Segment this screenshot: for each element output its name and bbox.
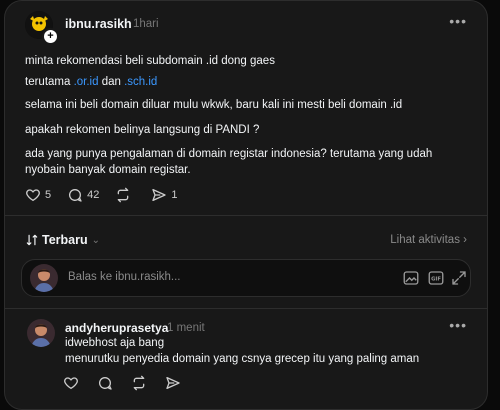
link-or-id[interactable]: .or.id <box>74 76 99 88</box>
post-paragraph: terutama .or.id dan .sch.id <box>25 76 158 88</box>
heart-icon <box>26 189 40 202</box>
post-paragraph: ada yang punya pengalaman di domain regi… <box>25 148 433 160</box>
repost-icon <box>118 187 129 203</box>
send-icon <box>152 189 167 201</box>
comment-icon <box>69 189 82 202</box>
reply-input[interactable] <box>66 270 370 284</box>
thread-panel: + ibnu.rasikh 1hari ••• minta rekomendas… <box>4 0 488 410</box>
share-count: 1 <box>171 189 178 201</box>
comment-username[interactable]: andyheruprasetya <box>65 321 168 335</box>
post-more-options-icon[interactable]: ••• <box>449 13 467 29</box>
sort-dropdown[interactable]: Terbaru ⌄ <box>25 233 100 247</box>
comment-text-line: menurutku penyedia domain yang csnya gre… <box>65 353 420 365</box>
comment-text-line: idwebhost aja bang <box>65 337 165 349</box>
comment-timestamp: 1 menit <box>167 322 205 334</box>
heart-icon[interactable] <box>63 375 79 391</box>
post-paragraph: nyobain banyak domain registar. <box>25 164 191 176</box>
follow-plus-icon[interactable]: + <box>42 28 59 45</box>
sort-label: Terbaru <box>42 233 88 247</box>
post-actions: 5 42 1 <box>25 185 194 205</box>
svg-text:GIF: GIF <box>431 277 441 283</box>
view-activity-link[interactable]: Lihat aktivitas › <box>390 234 467 246</box>
like-button[interactable]: 5 <box>25 185 51 205</box>
share-button[interactable]: 1 <box>151 185 178 205</box>
gif-icon[interactable]: GIF <box>427 269 445 287</box>
divider <box>5 308 487 309</box>
chevron-right-icon: › <box>463 234 467 246</box>
image-icon[interactable] <box>402 269 420 287</box>
comment-icon[interactable] <box>97 375 113 391</box>
post-paragraph: apakah rekomen belinya langsung di PANDI… <box>25 124 260 136</box>
expand-icon[interactable] <box>450 269 468 287</box>
comment-author-avatar[interactable] <box>27 319 55 347</box>
divider <box>5 215 487 216</box>
comment-actions <box>63 375 199 391</box>
repost-button[interactable] <box>115 185 135 205</box>
reply-box: GIF <box>21 259 471 297</box>
chevron-down-icon: ⌄ <box>91 234 101 246</box>
current-user-avatar <box>30 264 58 292</box>
post-username[interactable]: ibnu.rasikh <box>65 17 132 31</box>
like-count: 5 <box>45 189 52 201</box>
post-timestamp: 1hari <box>133 18 159 30</box>
post-paragraph: selama ini beli domain diluar mulu wkwk,… <box>25 99 403 111</box>
post-paragraph: minta rekomendasi beli subdomain .id don… <box>25 55 275 67</box>
post-author-avatar[interactable]: + <box>25 11 59 45</box>
comment-button[interactable]: 42 <box>67 185 99 205</box>
repost-icon[interactable] <box>131 375 147 391</box>
comment-more-options-icon[interactable]: ••• <box>449 317 467 333</box>
link-sch-id[interactable]: .sch.id <box>124 76 157 88</box>
sort-arrows-icon <box>26 234 38 246</box>
comment-count: 42 <box>87 189 100 201</box>
send-icon[interactable] <box>165 375 181 391</box>
